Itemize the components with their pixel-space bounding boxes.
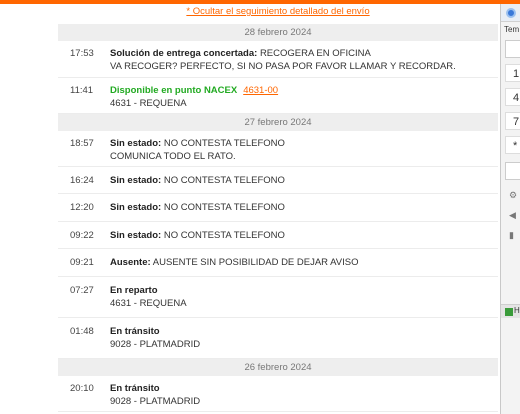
- side-window-status-bar: H: [501, 304, 520, 318]
- event-detail: AUSENTE SIN POSIBILIDAD DE DEJAR AVISO: [152, 257, 359, 268]
- event-description: Sin estado: NO CONTESTA TELEFONO COMUNIC…: [110, 137, 498, 166]
- tracking-event: 17:53 Solución de entrega concertada: RE…: [58, 41, 498, 78]
- tracking-event: 16:24 Sin estado: NO CONTESTA TELEFONO: [58, 167, 498, 194]
- keypad-key[interactable]: *: [505, 136, 520, 154]
- side-window-title-bar[interactable]: [501, 4, 520, 22]
- event-detail: RECOGERA EN OFICINA: [259, 48, 371, 59]
- tracking-event: 09:22 Sin estado: NO CONTESTA TELEFONO: [58, 222, 498, 249]
- side-window-field[interactable]: [505, 162, 520, 180]
- event-description: En tránsito 9028 - PLATMADRID: [110, 325, 498, 358]
- event-status: Sin estado:: [110, 230, 162, 241]
- date-header: 27 febrero 2024: [58, 114, 498, 131]
- event-detail: VA RECOGER? PERFECTO, SI NO PASA POR FAV…: [110, 61, 456, 72]
- status-icon: [505, 308, 513, 316]
- keypad-key[interactable]: 1: [505, 64, 520, 82]
- event-description: Sin estado: NO CONTESTA TELEFONO: [110, 229, 498, 248]
- event-status: Sin estado:: [110, 138, 162, 149]
- event-time: 01:48: [70, 326, 94, 337]
- event-time: 09:22: [70, 230, 94, 241]
- side-window-input[interactable]: [505, 40, 520, 58]
- event-location: 4631 - REQUENA: [110, 298, 187, 309]
- event-description: Sin estado: NO CONTESTA TELEFONO: [110, 201, 498, 221]
- event-description: Disponible en punto NACEX 4631-00 4631 - …: [110, 84, 498, 113]
- event-description: En tránsito 9028 - PLATMADRID: [110, 382, 498, 411]
- tracking-event: 18:57 Sin estado: NO CONTESTA TELEFONO C…: [58, 131, 498, 167]
- event-status: Sin estado:: [110, 202, 162, 213]
- event-status: En tránsito: [110, 326, 160, 337]
- event-status: Sin estado:: [110, 175, 162, 186]
- event-status: Solución de entrega concertada:: [110, 48, 258, 59]
- event-detail: NO CONTESTA TELEFONO: [163, 202, 285, 213]
- event-time: 16:24: [70, 175, 94, 186]
- event-description: Solución de entrega concertada: RECOGERA…: [110, 47, 498, 77]
- event-description: Sin estado: NO CONTESTA TELEFONO: [110, 174, 498, 193]
- event-detail: COMUNICA TODO EL RATO.: [110, 151, 236, 162]
- microphone-icon[interactable]: ▮: [509, 230, 519, 240]
- event-detail: NO CONTESTA TELEFONO: [163, 175, 285, 186]
- side-window: Tem 1 4 7 * ⚙ ◀ ▮ H: [500, 4, 520, 414]
- keypad-key[interactable]: 4: [505, 88, 520, 106]
- side-window-label: Tem: [504, 25, 520, 34]
- event-status: Disponible en punto NACEX: [110, 85, 238, 96]
- event-description: Ausente: AUSENTE SIN POSIBILIDAD DE DEJA…: [110, 256, 498, 276]
- tracking-event: 09:21 Ausente: AUSENTE SIN POSIBILIDAD D…: [58, 249, 498, 277]
- event-status: En reparto: [110, 285, 158, 296]
- office-code-link[interactable]: 4631-00: [243, 85, 278, 96]
- hide-tracking-link[interactable]: * Ocultar el seguimiento detallado del e…: [58, 4, 498, 24]
- event-time: 17:53: [70, 48, 94, 59]
- date-header: 26 febrero 2024: [58, 359, 498, 376]
- event-status: En tránsito: [110, 383, 160, 394]
- tracking-history: * Ocultar el seguimiento detallado del e…: [58, 4, 498, 414]
- tracking-event: 07:27 En reparto 4631 - REQUENA: [58, 277, 498, 318]
- tracking-event: 20:10 En tránsito 9028 - PLATMADRID: [58, 376, 498, 412]
- event-status: Ausente:: [110, 257, 151, 268]
- event-location: 9028 - PLATMADRID: [110, 339, 201, 350]
- date-header: 28 febrero 2024: [58, 24, 498, 41]
- event-detail: NO CONTESTA TELEFONO: [163, 138, 285, 149]
- speaker-icon[interactable]: ◀: [509, 210, 519, 220]
- event-time: 11:41: [70, 85, 94, 96]
- event-description: En reparto 4631 - REQUENA: [110, 284, 498, 317]
- tracking-event: 12:20 Sin estado: NO CONTESTA TELEFONO: [58, 194, 498, 222]
- event-location: 9028 - PLATMADRID: [110, 396, 201, 407]
- tracking-event: 11:41 Disponible en punto NACEX 4631-00 4…: [58, 78, 498, 114]
- keypad-key[interactable]: 7: [505, 112, 520, 130]
- app-icon: [506, 8, 516, 18]
- status-text: H: [514, 306, 520, 315]
- event-time: 09:21: [70, 257, 94, 268]
- settings-icon[interactable]: ⚙: [509, 190, 519, 200]
- event-detail: NO CONTESTA TELEFONO: [163, 230, 285, 241]
- event-location: 4631 - REQUENA: [110, 98, 187, 109]
- event-time: 18:57: [70, 138, 94, 149]
- event-time: 07:27: [70, 285, 94, 296]
- tracking-event: 01:48 En tránsito 9028 - PLATMADRID: [58, 318, 498, 359]
- event-time: 12:20: [70, 202, 94, 213]
- event-time: 20:10: [70, 383, 94, 394]
